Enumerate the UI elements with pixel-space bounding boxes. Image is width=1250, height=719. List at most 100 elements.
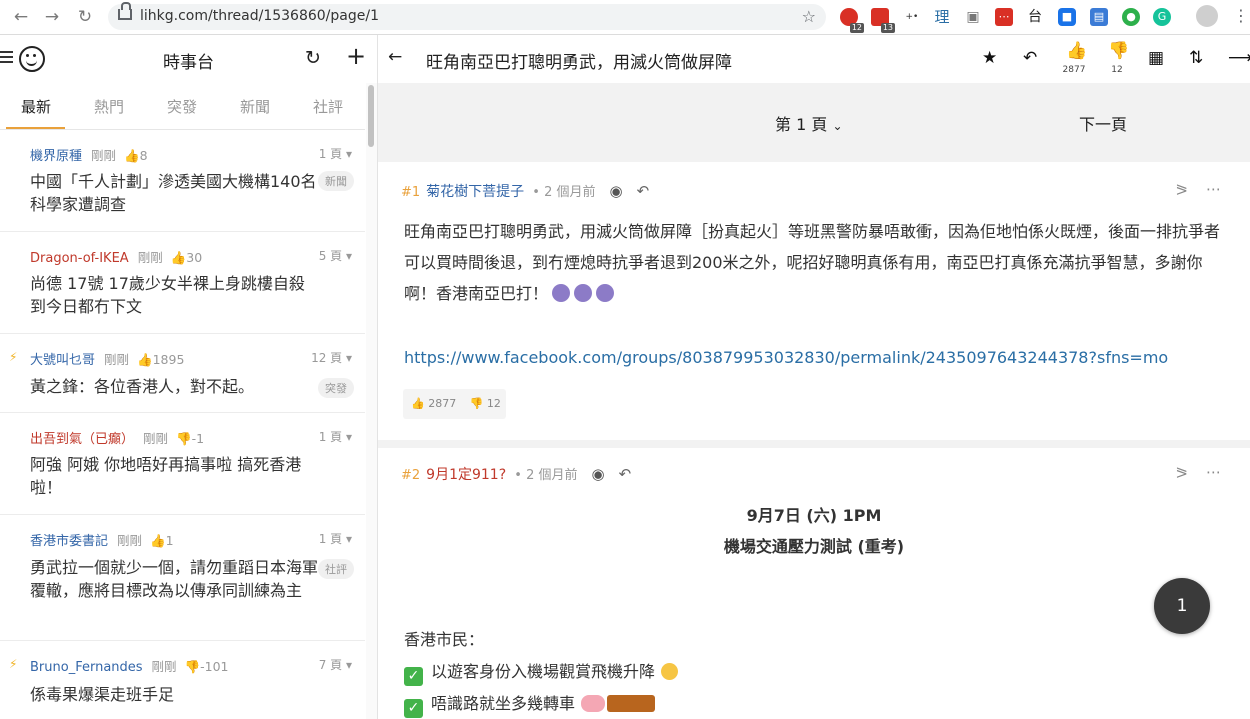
thread-title[interactable]: 尚德 17號 17歲少女半裸上身跳樓自殺到今日都冇下文 [30,272,320,318]
sort-icon[interactable]: ⇅ [1189,48,1203,68]
next-page-button[interactable]: 下一頁 [1079,111,1127,135]
tab-news[interactable]: 新聞 [240,96,270,117]
extension-icon[interactable]: +• [902,8,920,26]
thread-title[interactable]: 黃之鋒：各位香港人，對不起。 [30,375,320,398]
url-text[interactable]: lihkg.com/thread/1536860/page/1 [140,8,379,24]
extension-icon[interactable]: 12 [840,8,864,33]
extension-icon[interactable]: ■ [1058,8,1076,26]
pig-sticker-icon [581,695,606,712]
pages-label: 5 頁 [318,249,343,263]
thread-pages[interactable]: 1 頁 ▾ [319,145,352,162]
tab-breaking[interactable]: 突發 [167,96,197,117]
thread-time: 剛剛 [117,533,143,548]
browser-menu-icon[interactable]: ⋮ [1233,8,1249,24]
browser-toolbar: ← → ↻ lihkg.com/thread/1536860/page/1 ☆ … [0,0,1250,35]
thread-title[interactable]: 阿強 阿娥 你地唔好再搞事啦 搞死香港啦！ [30,453,320,499]
pages-label: 7 頁 [318,658,343,672]
reply-icon[interactable]: ↶ [1023,48,1037,68]
eye-icon[interactable]: ◉ [610,182,623,200]
extension-icon[interactable]: 13 [871,8,895,33]
extension-icon[interactable]: 理 [933,8,951,26]
more-options-icon[interactable]: ⋯ [1206,463,1222,481]
thread-title[interactable]: 勇武拉一個就少一個，請勿重蹈日本海軍覆轍，應將目標改為以傳承同訓練為主 [30,556,320,602]
thread-pages[interactable]: 7 頁 ▾ [319,656,352,673]
thread-list-item[interactable]: ⚡ 大號叫乜哥 剛剛 👍1895 12 頁 ▾ 黃之鋒：各位香港人，對不起。 突發 [0,334,365,413]
reply-icon[interactable]: ↶ [619,465,632,483]
thumbs-up-icon[interactable]: 👍 [411,397,425,410]
post-header: #2 9月1定911? • 2 個月前 ◉ ↶ [401,464,631,484]
thread-title[interactable]: 係毒果爆渠走班手足 [30,683,320,706]
post-time-text: 2 個月前 [526,468,578,483]
share-icon[interactable]: ⟶ [1228,48,1250,68]
floating-page-button[interactable]: 1 [1154,578,1210,634]
thread-topbar: ← 旺角南亞巴打聰明勇武，用滅火筒做屏障 ★ ↶ 👍 2877 👎 12 ▦ ⇅… [378,35,1250,84]
profile-avatar[interactable] [1196,5,1218,27]
tab-latest[interactable]: 最新 [21,96,51,117]
thread-list-item[interactable]: 機界原種 剛剛 👍8 1 頁 ▾ 中國「千人計劃」滲透美國大機構140名科學家遭調查… [0,130,365,232]
back-arrow-icon[interactable]: ← [10,6,32,28]
thread-author[interactable]: Bruno_Fernandes [30,660,143,675]
thumbs-down-icon[interactable]: 👎 [1108,41,1129,61]
thread-author[interactable]: 機界原種 [30,149,82,164]
thread-pages[interactable]: 1 頁 ▾ [319,428,352,445]
thread-list-item[interactable]: Dragon-of-IKEA 剛剛 👍30 5 頁 ▾ 尚德 17號 17歲少女半裸… [0,232,365,334]
thread-view: ← 旺角南亞巴打聰明勇武，用滅火筒做屏障 ★ ↶ 👍 2877 👎 12 ▦ ⇅… [378,35,1250,719]
share-icon[interactable]: ⪖ [1175,180,1188,198]
thread-time: 剛剛 [143,431,169,446]
tab-editorial[interactable]: 社評 [313,96,343,117]
chevron-down-icon: ⌄ [832,119,843,133]
reload-icon[interactable]: ↻ [74,6,96,28]
page-label: 第 1 頁 [775,115,828,134]
post-author[interactable]: 9月1定911? [426,467,506,483]
extension-badge: 13 [880,23,895,33]
thumbs-down-icon[interactable]: 👎 [470,397,484,410]
grammarly-icon[interactable]: G [1153,8,1171,26]
post-time: • 2 個月前 [528,185,596,200]
extension-badge: 12 [849,23,864,33]
reply-icon[interactable]: ↶ [637,182,650,200]
active-tab-indicator [6,127,65,129]
thread-title[interactable]: 中國「千人計劃」滲透美國大機構140名科學家遭調查 [30,170,320,216]
post-author[interactable]: 菊花樹下菩提子 [426,184,524,200]
star-icon[interactable]: ★ [982,48,997,68]
bookmark-star-icon[interactable]: ☆ [802,7,816,26]
page-select-dropdown[interactable]: 第 1 頁 ⌄ [775,111,843,135]
eye-icon[interactable]: ◉ [591,465,604,483]
post-dislike-count: 12 [486,397,501,410]
tab-hot[interactable]: 熱門 [94,96,124,117]
forward-arrow-icon[interactable]: → [41,6,63,28]
post-link[interactable]: https://www.facebook.com/groups/80387995… [404,342,1224,373]
back-arrow-icon[interactable]: ← [388,47,402,67]
category-tabs: 最新 熱門 突發 新聞 社評 [0,85,365,130]
share-icon[interactable]: ⪖ [1175,463,1188,481]
thumbs-up-icon[interactable]: 👍 [1066,41,1087,61]
check-text: 以遊客身份入機場觀賞飛機升降 [431,662,656,681]
image-mode-icon[interactable]: ▦ [1148,48,1164,68]
thread-list-item[interactable]: ⚡ Bruno_Fernandes 剛剛 👎-101 7 頁 ▾ 係毒果爆渠走班手足 [0,641,365,719]
new-thread-icon[interactable]: + [346,42,366,70]
more-options-icon[interactable]: ⋯ [1206,180,1222,198]
camera-icon[interactable]: ▣ [964,8,982,26]
refresh-icon[interactable]: ↻ [305,47,321,69]
thread-author[interactable]: Dragon-of-IKEA [30,251,129,266]
scrollbar-track[interactable] [366,83,377,719]
extension-label: 理 [934,8,950,26]
thread-pages[interactable]: 1 頁 ▾ [319,530,352,547]
thread-list-item[interactable]: 出吾到氣（已癲） 剛剛 👎-1 1 頁 ▾ 阿強 阿娥 你地唔好再搞事啦 搞死香港啦… [0,413,365,515]
extension-icon[interactable]: 台 [1026,8,1044,26]
address-bar[interactable]: lihkg.com/thread/1536860/page/1 ☆ [108,2,826,30]
thread-pages[interactable]: 12 頁 ▾ [311,349,352,366]
thread-author[interactable]: 香港市委書記 [30,534,108,549]
evernote-icon[interactable]: ● [1122,8,1140,26]
page-navigator: 第 1 頁 ⌄ 下一頁 [378,83,1250,161]
thread-author[interactable]: 出吾到氣（已癲） [30,432,134,447]
sticker-icon [552,284,571,302]
extension-icon[interactable]: ⋯ [995,8,1013,26]
thread-list-item[interactable]: 香港市委書記 剛剛 👍1 1 頁 ▾ 勇武拉一個就少一個，請勿重蹈日本海軍覆轍，應將… [0,515,365,641]
thread-author[interactable]: 大號叫乜哥 [30,353,95,368]
sticker-icon [574,284,593,302]
thread-tag: 新聞 [318,171,354,191]
thread-pages[interactable]: 5 頁 ▾ [319,247,352,264]
scrollbar-thumb[interactable] [368,85,374,147]
extension-icon[interactable]: ▤ [1090,8,1108,26]
